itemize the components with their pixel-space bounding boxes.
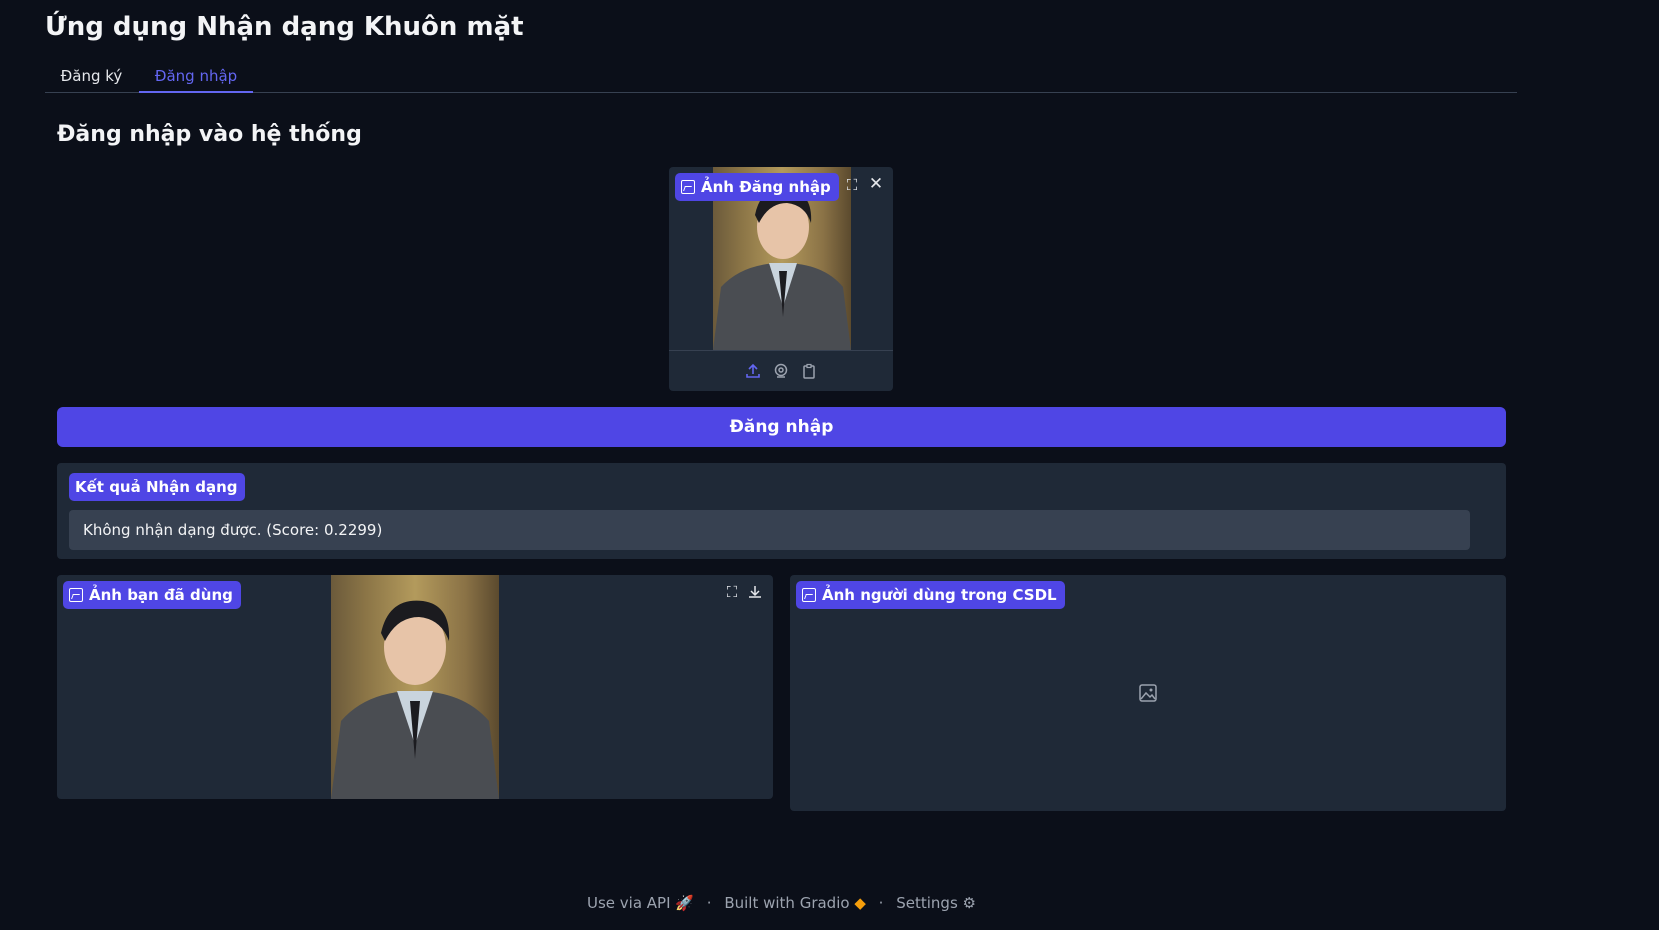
image-icon <box>69 588 83 602</box>
tab-bar: Đăng ký Đăng nhập <box>45 60 1517 93</box>
fullscreen-icon[interactable]: ⛶ <box>722 582 742 602</box>
fullscreen-icon[interactable]: ⛶ <box>842 175 862 195</box>
used-image-label-text: Ảnh bạn đã dùng <box>89 586 233 604</box>
tab-register[interactable]: Đăng ký <box>45 60 138 92</box>
close-icon[interactable]: ✕ <box>866 174 886 194</box>
gradio-logo-icon: ◆ <box>854 894 866 912</box>
image-icon <box>681 180 695 194</box>
image-source-bar <box>669 350 893 391</box>
image-placeholder-icon <box>1139 684 1157 702</box>
use-api-link[interactable]: Use via API 🚀 <box>587 894 694 912</box>
footer: Use via API 🚀 · Built with Gradio ◆ · Se… <box>0 894 1563 912</box>
webcam-icon[interactable] <box>773 363 789 379</box>
db-image-panel: Ảnh người dùng trong CSDL <box>790 575 1506 811</box>
used-image-panel: Ảnh bạn đã dùng ⛶ <box>57 575 773 799</box>
login-button[interactable]: Đăng nhập <box>57 407 1506 447</box>
rocket-icon: 🚀 <box>675 894 694 912</box>
used-photo <box>331 575 499 799</box>
db-image-label-text: Ảnh người dùng trong CSDL <box>822 586 1057 604</box>
login-image-label-text: Ảnh Đăng nhập <box>701 178 831 196</box>
built-with-gradio-link[interactable]: Built with Gradio ◆ <box>724 894 866 912</box>
settings-text: Settings <box>896 894 958 912</box>
separator: · <box>878 894 884 912</box>
login-image-upload[interactable]: Ảnh Đăng nhập ⛶ ✕ <box>669 167 893 391</box>
result-label: Kết quả Nhận dạng <box>69 473 246 501</box>
db-image-label: Ảnh người dùng trong CSDL <box>796 581 1065 609</box>
used-image-label: Ảnh bạn đã dùng <box>63 581 241 609</box>
gear-icon: ⚙ <box>962 894 976 912</box>
section-title: Đăng nhập vào hệ thống <box>57 122 362 147</box>
settings-link[interactable]: Settings ⚙ <box>896 894 976 912</box>
result-panel: Kết quả Nhận dạng Không nhận dạng được. … <box>57 463 1506 559</box>
upload-icon[interactable] <box>745 363 761 379</box>
built-with-text: Built with Gradio <box>724 894 850 912</box>
separator: · <box>706 894 712 912</box>
app-title: Ứng dụng Nhận dạng Khuôn mặt <box>45 12 524 42</box>
clipboard-icon[interactable] <box>801 363 817 379</box>
login-image-label: Ảnh Đăng nhập <box>675 173 839 201</box>
portrait-illustration <box>331 600 499 799</box>
download-icon[interactable] <box>747 584 763 600</box>
tab-login[interactable]: Đăng nhập <box>139 60 253 93</box>
result-label-text: Kết quả Nhận dạng <box>75 478 238 496</box>
image-icon <box>802 588 816 602</box>
use-api-text: Use via API <box>586 894 671 912</box>
result-textbox[interactable]: Không nhận dạng được. (Score: 0.2299) <box>69 510 1470 550</box>
